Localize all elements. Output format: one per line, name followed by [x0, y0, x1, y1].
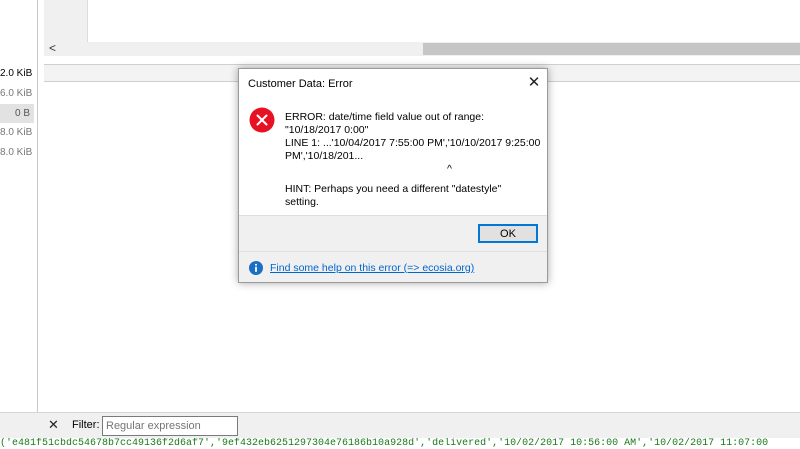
scroll-left-arrow-icon[interactable]: <	[49, 41, 56, 55]
top-results-pane[interactable]	[44, 0, 800, 42]
scrollbar-thumb[interactable]	[423, 43, 800, 55]
filter-bar: ✕ Filter:	[0, 412, 800, 438]
size-cell: 8.0 KiB	[0, 127, 33, 138]
dialog-button-strip: OK	[239, 215, 547, 251]
message-line: LINE 1: ...'10/04/2017 7:55:00 PM','10/1…	[285, 137, 541, 149]
error-message: ERROR: date/time field value out of rang…	[285, 111, 543, 209]
error-icon	[249, 107, 275, 133]
size-cell: 6.0 KiB	[0, 88, 33, 99]
info-icon	[249, 261, 263, 275]
dialog-title: Customer Data: Error	[248, 78, 353, 90]
message-line: PM','10/18/201...	[285, 150, 364, 162]
message-caret: ^	[447, 163, 452, 175]
filter-input[interactable]	[102, 416, 238, 436]
sql-query-line: ('e481f51cbdc54678b7cc49136f2d6af7','9ef…	[0, 438, 800, 449]
error-dialog: Customer Data: Error ✕ ERROR: date/time …	[238, 68, 548, 283]
ok-button[interactable]: OK	[478, 224, 538, 243]
size-cell: 8.0 KiB	[0, 147, 33, 158]
close-icon[interactable]: ✕	[525, 73, 543, 91]
close-icon[interactable]: ✕	[48, 417, 59, 433]
row-header-column	[44, 0, 88, 42]
message-line: ERROR: date/time field value out of rang…	[285, 111, 485, 123]
help-link[interactable]: Find some help on this error (=> ecosia.…	[270, 262, 474, 274]
message-hint: HINT: Perhaps you need a different "date…	[285, 183, 502, 195]
size-cell: 2.0 KiB	[0, 68, 33, 79]
size-column: 2.0 KiB 6.0 KiB 0 B 8.0 KiB 8.0 KiB	[0, 0, 38, 412]
message-line: "10/18/2017 0:00"	[285, 124, 369, 136]
horizontal-scrollbar[interactable]: <	[44, 41, 800, 56]
size-cell: 0 B	[0, 104, 34, 123]
dialog-help-strip: Find some help on this error (=> ecosia.…	[239, 251, 547, 282]
message-hint: setting.	[285, 196, 319, 208]
filter-label: Filter:	[72, 419, 100, 431]
